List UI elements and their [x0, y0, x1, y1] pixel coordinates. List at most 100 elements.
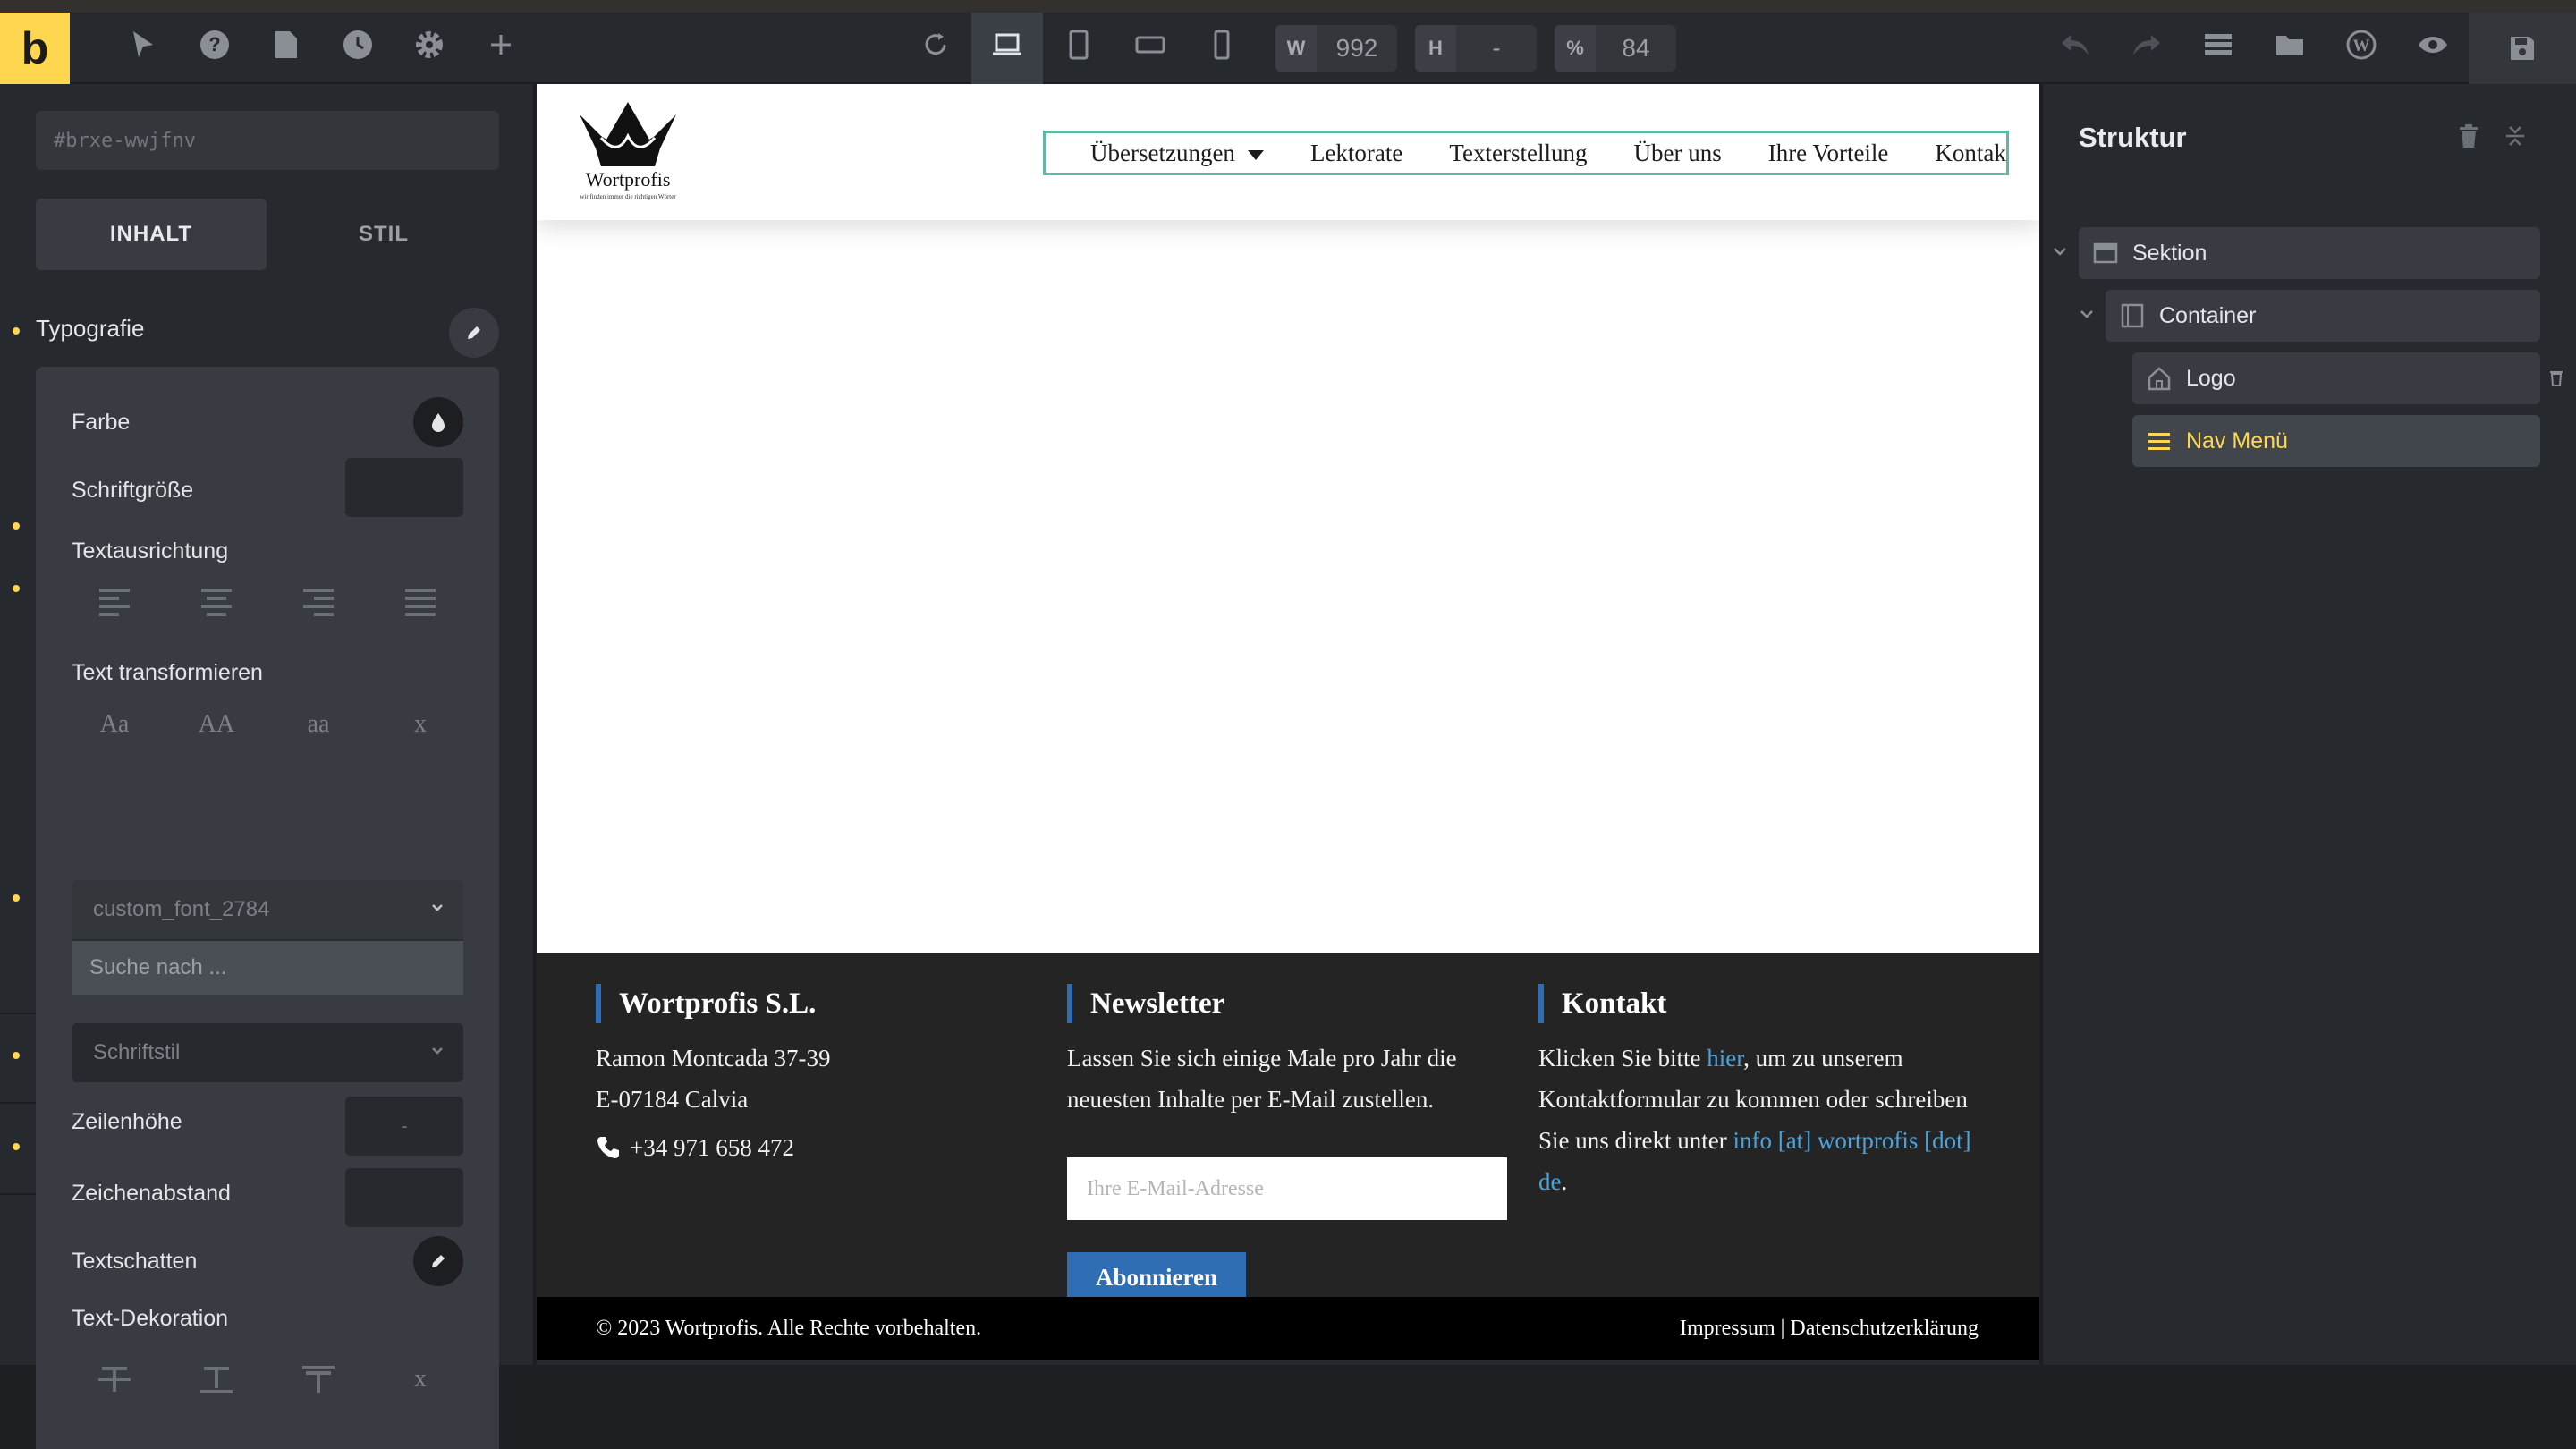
save-button[interactable]	[2469, 13, 2576, 84]
text-align-label: Textausrichtung	[72, 538, 229, 564]
color-label: Farbe	[72, 410, 131, 435]
height-value[interactable]: -	[1456, 34, 1537, 63]
transform-uppercase[interactable]: AA	[174, 699, 259, 750]
height-field[interactable]: H -	[1415, 25, 1537, 72]
undo-icon[interactable]	[2057, 27, 2093, 63]
width-value[interactable]: 992	[1317, 34, 1397, 63]
phone-icon	[597, 1137, 619, 1158]
layers-icon[interactable]	[2200, 27, 2236, 63]
modified-indicator	[13, 1143, 20, 1150]
footer-newsletter-column: Newsletter Lassen Sie sich einige Male p…	[1067, 984, 1514, 1302]
structure-item-logo[interactable]: Logo	[2132, 352, 2540, 404]
tab-style[interactable]: STIL	[268, 199, 499, 270]
footer-phone: +34 971 658 472	[596, 1127, 1025, 1168]
transform-capitalize[interactable]: Aa	[72, 699, 157, 750]
page-icon[interactable]	[268, 27, 304, 63]
trash-icon[interactable]	[2458, 123, 2479, 153]
letter-spacing-input[interactable]	[345, 1168, 463, 1227]
width-field[interactable]: W 992	[1275, 25, 1397, 72]
typography-edit-button[interactable]	[449, 308, 499, 358]
contact-text-part: .	[1561, 1168, 1568, 1195]
nav-item-ihre-vorteile[interactable]: Ihre Vorteile	[1768, 140, 1889, 167]
top-toolbar: b ? W 992 H - % 84 W	[0, 0, 2576, 84]
letter-spacing-label: Zeichenabstand	[72, 1181, 231, 1206]
structure-item-label: Nav Menü	[2186, 428, 2288, 453]
cursor-icon[interactable]	[125, 27, 161, 63]
newsletter-email-input[interactable]: Ihre E-Mail-Adresse	[1067, 1157, 1507, 1220]
transform-lowercase[interactable]: aa	[275, 699, 361, 750]
align-right-icon[interactable]	[275, 578, 361, 628]
nav-menu[interactable]: Übersetzungen Lektorate Texterstellung Ü…	[1043, 131, 2009, 175]
crown-logo-icon: Wortprofis wir finden immer die richtige…	[580, 102, 676, 200]
add-icon[interactable]	[483, 27, 519, 63]
align-left-icon[interactable]	[72, 578, 157, 628]
strikethrough-icon[interactable]	[72, 1354, 157, 1404]
structure-item-container[interactable]: Container	[2106, 290, 2540, 342]
decoration-none[interactable]: x	[377, 1354, 463, 1404]
structure-item-label: Sektion	[2132, 240, 2207, 266]
history-icon[interactable]	[340, 27, 376, 63]
align-center-icon[interactable]	[174, 578, 259, 628]
transform-none[interactable]: x	[377, 699, 463, 750]
chevron-down-icon	[432, 904, 443, 911]
tablet-portrait-icon[interactable]	[1061, 27, 1097, 63]
underline-icon[interactable]	[174, 1354, 259, 1404]
builder-logo[interactable]: b	[0, 13, 70, 84]
reload-icon[interactable]	[918, 27, 953, 63]
align-justify-icon[interactable]	[377, 578, 463, 628]
folder-icon[interactable]	[2272, 27, 2308, 63]
zoom-field[interactable]: % 84	[1555, 25, 1676, 72]
tablet-landscape-icon[interactable]	[1132, 27, 1168, 63]
wordpress-icon[interactable]: W	[2343, 27, 2379, 63]
font-search-input[interactable]: Suche nach ...	[72, 939, 463, 995]
nav-item-kontakt[interactable]: Kontakt	[1935, 140, 2006, 167]
tab-content[interactable]: INHALT	[36, 199, 267, 270]
nav-item-lektorate[interactable]: Lektorate	[1310, 140, 1402, 167]
structure-item-sektion[interactable]: Sektion	[2079, 227, 2540, 279]
settings-gear-icon[interactable]	[411, 27, 447, 63]
desktop-icon[interactable]	[989, 27, 1025, 63]
footer-address-line1: Ramon Montcada 37-39	[596, 1045, 831, 1072]
chevron-down-icon[interactable]	[2077, 304, 2097, 328]
font-style-select[interactable]: Schriftstil	[72, 1023, 463, 1082]
structure-panel: Struktur Sektion Container Logo Nav Menü	[2041, 84, 2576, 1365]
line-height-input[interactable]: -	[345, 1097, 463, 1156]
text-transform-options: Aa AA aa x	[72, 699, 463, 750]
newsletter-text: Lassen Sie sich einige Male pro Jahr die…	[1067, 1045, 1457, 1113]
height-label: H	[1415, 25, 1456, 72]
nav-item-uebersetzungen[interactable]: Übersetzungen	[1090, 140, 1264, 167]
chevron-down-icon	[432, 1047, 443, 1055]
element-id-input[interactable]: #brxe-wwjfnv	[36, 111, 499, 170]
help-icon[interactable]: ?	[197, 27, 233, 63]
chevron-down-icon[interactable]	[2050, 242, 2070, 266]
font-size-input[interactable]	[345, 458, 463, 517]
collapse-all-icon[interactable]	[2504, 123, 2526, 153]
modified-indicator	[13, 522, 20, 530]
font-family-select[interactable]: custom_font_2784	[72, 880, 463, 939]
structure-item-nav-menu[interactable]: Nav Menü	[2132, 415, 2540, 467]
element-settings-panel: #brxe-wwjfnv INHALT STIL Typografie Farb…	[0, 84, 535, 1449]
svg-text:?: ?	[208, 33, 220, 55]
redo-icon[interactable]	[2129, 27, 2165, 63]
zoom-value[interactable]: 84	[1596, 34, 1676, 63]
delete-small-icon[interactable]	[2549, 369, 2563, 391]
nav-item-ueber-uns[interactable]: Über uns	[1633, 140, 1721, 167]
mobile-icon[interactable]	[1204, 27, 1240, 63]
legal-links[interactable]: Impressum | Datenschutzerklärung	[1680, 1317, 1979, 1341]
color-picker-button[interactable]	[413, 397, 463, 447]
footer-address-line2: E-07184 Calvia	[596, 1086, 749, 1113]
nav-item-texterstellung[interactable]: Texterstellung	[1449, 140, 1587, 167]
structure-item-label: Logo	[2186, 365, 2236, 391]
site-logo[interactable]: Wortprofis wir finden immer die richtige…	[569, 97, 685, 202]
text-transform-label: Text transformieren	[72, 660, 263, 685]
logo-wordmark: Wortprofis	[586, 168, 671, 191]
subscribe-button[interactable]: Abonnieren	[1067, 1252, 1246, 1302]
text-shadow-edit-button[interactable]	[413, 1236, 463, 1286]
site-header: Wortprofis wir finden immer die richtige…	[537, 84, 2039, 220]
overline-icon[interactable]	[275, 1354, 361, 1404]
contact-form-link[interactable]: hier	[1707, 1045, 1743, 1072]
preview-eye-icon[interactable]	[2415, 27, 2451, 63]
text-shadow-label: Textschatten	[72, 1249, 198, 1274]
section-typography[interactable]: Typografie	[36, 315, 144, 343]
structure-item-label: Container	[2159, 302, 2257, 328]
